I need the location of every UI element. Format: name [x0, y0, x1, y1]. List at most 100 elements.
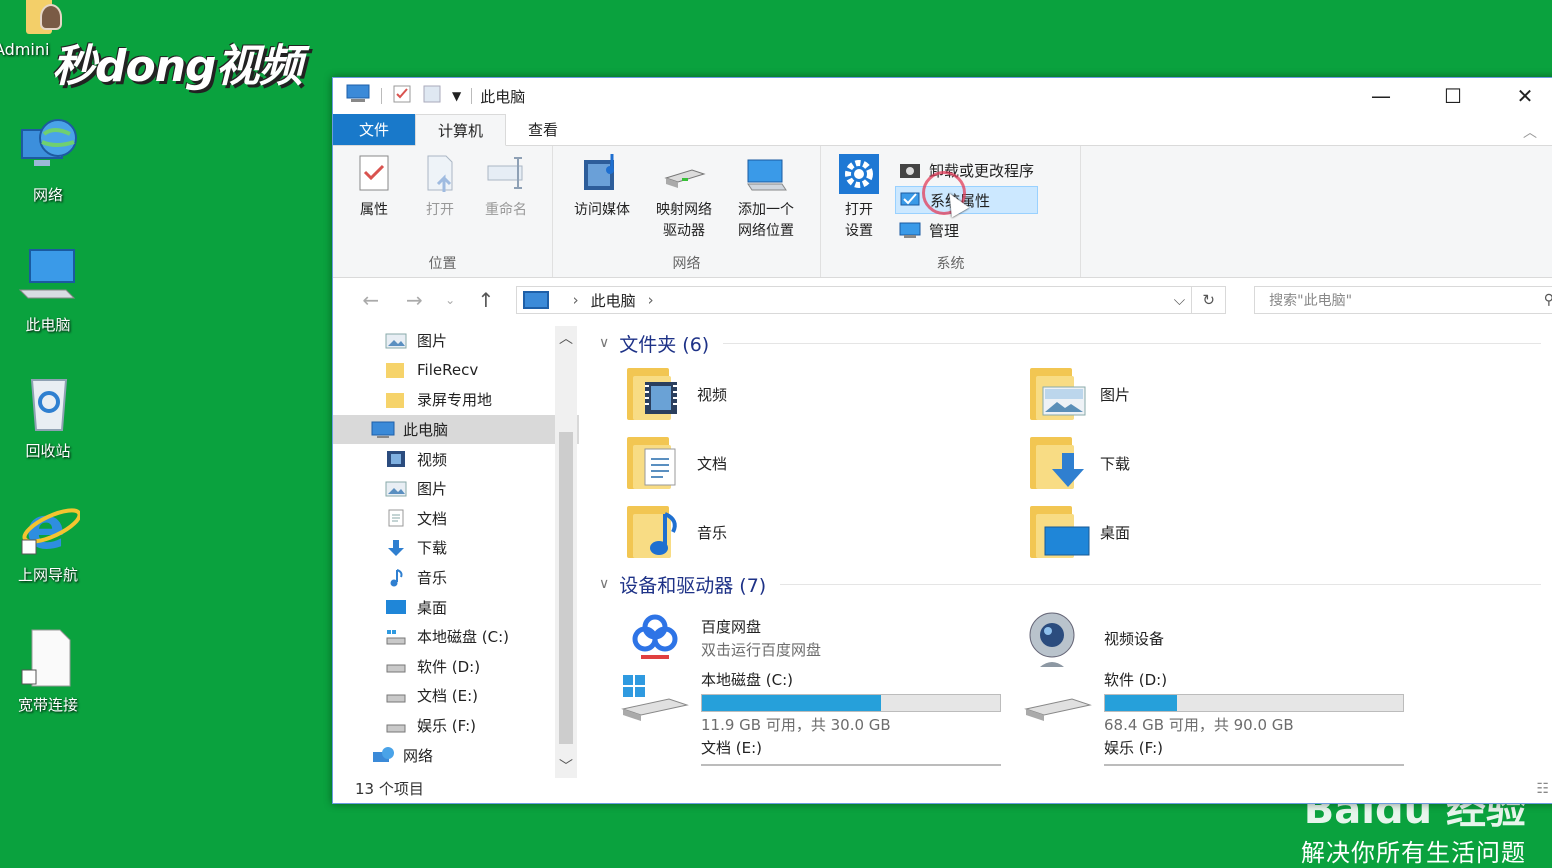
tree-item-this-pc[interactable]: 此电脑: [333, 414, 579, 445]
tree-item-downloads[interactable]: 下载: [333, 533, 579, 563]
folder-desktop[interactable]: 桌面: [1028, 498, 1428, 567]
folder-pictures[interactable]: 图片: [1028, 360, 1428, 429]
drive-usage-bar: [1104, 694, 1404, 712]
desktop-icon-ie[interactable]: e 上网导航: [0, 494, 96, 585]
minimize-button[interactable]: —: [1345, 78, 1417, 114]
folder-downloads[interactable]: 下载: [1028, 429, 1428, 498]
navigation-pane: 图片 📌 FileRecv 录屏专用地 此电脑 视频 图片 文档: [333, 326, 579, 778]
chevron-down-icon[interactable]: ∨: [599, 576, 609, 592]
ie-browser-icon: e: [16, 494, 82, 562]
drive-e[interactable]: 文档 (E:): [619, 737, 1022, 777]
uninstall-program-button[interactable]: 卸载或更改程序: [895, 156, 1038, 184]
tree-item-documents[interactable]: 文档: [333, 504, 579, 534]
refresh-icon[interactable]: ↻: [1191, 287, 1225, 313]
tree-item-pictures-pinned[interactable]: 图片 📌: [333, 326, 579, 356]
scrollbar-thumb[interactable]: [559, 432, 573, 744]
folder-videos[interactable]: 视频: [625, 360, 1028, 429]
desktop-icon-label: 网络: [32, 186, 63, 204]
breadcrumb[interactable]: 此电脑: [591, 290, 636, 311]
maximize-button[interactable]: ☐: [1417, 78, 1489, 114]
section-title: 文件夹 (6): [619, 333, 710, 356]
nav-scrollbar[interactable]: ︿ ﹀: [555, 326, 577, 778]
details-view-icon[interactable]: ☷: [1536, 781, 1549, 797]
tree-item-filerecv[interactable]: FileRecv: [333, 356, 579, 386]
tree-item-videos[interactable]: 视频: [333, 444, 579, 474]
tree-item-pictures[interactable]: 图片: [333, 474, 579, 504]
tree-item-drive-f[interactable]: 娱乐 (F:): [333, 711, 579, 741]
tree-item-label: 网络: [403, 746, 434, 765]
collapse-ribbon-icon[interactable]: ︿: [1523, 122, 1537, 142]
add-network-location-label: 添加一个 网络位置: [738, 202, 794, 239]
tree-item-label: 视频: [417, 450, 448, 469]
tree-item-drive-e[interactable]: 文档 (E:): [333, 681, 579, 711]
chevron-down-icon[interactable]: ⌵: [1174, 291, 1185, 309]
drive-name: 软件 (D:): [1104, 671, 1168, 689]
drive-icon: [385, 687, 407, 705]
network-icon: [371, 746, 394, 764]
section-title: 设备和驱动器 (7): [619, 574, 767, 597]
folder-label: 音乐: [697, 524, 728, 542]
forward-arrow-icon[interactable]: →: [397, 288, 433, 312]
search-input[interactable]: 搜索"此电脑" ⚲: [1254, 286, 1552, 314]
chevron-down-icon[interactable]: ▼: [452, 89, 461, 103]
device-baidu-netdisk[interactable]: 百度网盘 双击运行百度网盘: [619, 607, 1022, 669]
tree-item-label: 娱乐 (F:): [417, 717, 476, 736]
manage-button[interactable]: 管理: [895, 216, 1038, 244]
desktop-icon-this-pc[interactable]: 此电脑: [0, 246, 96, 335]
ribbon-group-network: 访问媒体 映射网络 驱动器 添加一个 网络位置 网络: [553, 146, 821, 277]
tab-view[interactable]: 查看: [506, 114, 580, 145]
drive-d[interactable]: 软件 (D:) 68.4 GB 可用，共 90.0 GB: [1022, 669, 1422, 737]
chevron-right-icon[interactable]: ›: [573, 291, 579, 309]
tree-item-label: FileRecv: [417, 361, 479, 380]
chevron-down-icon[interactable]: ∨: [599, 335, 609, 351]
tab-computer[interactable]: 计算机: [415, 114, 507, 146]
up-arrow-icon[interactable]: ↑: [468, 288, 504, 312]
new-folder-quick-icon[interactable]: [422, 84, 442, 108]
folder-label: 桌面: [1100, 524, 1131, 542]
system-properties-button[interactable]: 系统属性: [895, 186, 1039, 214]
pictures-icon: [385, 332, 407, 350]
drive-usage-fill: [1105, 695, 1177, 711]
desktop-icon-recycle-bin[interactable]: 回收站: [0, 372, 96, 461]
tree-item-drive-c[interactable]: 本地磁盘 (C:): [333, 622, 579, 652]
drive-f[interactable]: 娱乐 (F:): [1022, 737, 1422, 777]
manage-label: 管理: [929, 221, 960, 240]
scroll-down-icon[interactable]: ﹀: [555, 756, 577, 776]
properties-quick-icon[interactable]: [392, 84, 412, 108]
quick-access-toolbar: ▼: [333, 84, 473, 108]
desktop-icon-network[interactable]: 网络: [0, 116, 96, 205]
title-bar[interactable]: ▼ 此电脑 — ☐ ✕: [333, 78, 1552, 114]
drive-usage-bar: [1104, 764, 1404, 766]
tree-item-network[interactable]: 网络: [333, 740, 579, 770]
documents-folder-icon: [625, 435, 685, 493]
device-video-camera[interactable]: 视频设备: [1022, 607, 1422, 669]
properties-label: 属性: [360, 202, 388, 218]
videos-folder-icon: [625, 366, 685, 424]
search-icon[interactable]: ⚲: [1544, 292, 1552, 308]
chevron-right-icon[interactable]: ›: [648, 291, 654, 309]
tab-file[interactable]: 文件: [333, 114, 416, 145]
drive-icon: [385, 657, 407, 675]
drive-name: 文档 (E:): [701, 739, 763, 757]
tree-item-music[interactable]: 音乐: [333, 563, 579, 593]
back-arrow-icon[interactable]: ←: [353, 288, 389, 312]
tree-item-desktop[interactable]: 桌面: [333, 592, 579, 622]
desktop-icon-broadband[interactable]: 宽带连接: [0, 626, 96, 715]
access-media-label: 访问媒体: [574, 202, 630, 218]
network-globe-icon: [16, 116, 80, 180]
recent-chevron-icon[interactable]: ⌄: [440, 293, 460, 307]
tree-item-drive-d[interactable]: 软件 (D:): [333, 652, 579, 682]
folder-documents[interactable]: 文档: [625, 429, 1028, 498]
divider: [723, 342, 1541, 344]
divider: [381, 88, 382, 104]
folder-music[interactable]: 音乐: [625, 498, 1028, 567]
divider: [780, 583, 1541, 585]
drive-usage-bar: [701, 694, 1001, 712]
section-folders-header[interactable]: ∨ 文件夹 (6): [589, 326, 1552, 360]
drive-c[interactable]: 本地磁盘 (C:) 11.9 GB 可用，共 30.0 GB: [619, 669, 1022, 737]
close-button[interactable]: ✕: [1489, 78, 1552, 114]
scroll-up-icon[interactable]: ︿: [555, 328, 577, 348]
address-bar[interactable]: › 此电脑 › ⌵ ↻: [515, 286, 1227, 314]
tree-item-recordings[interactable]: 录屏专用地: [333, 385, 579, 415]
section-drives-header[interactable]: ∨ 设备和驱动器 (7): [589, 567, 1552, 601]
